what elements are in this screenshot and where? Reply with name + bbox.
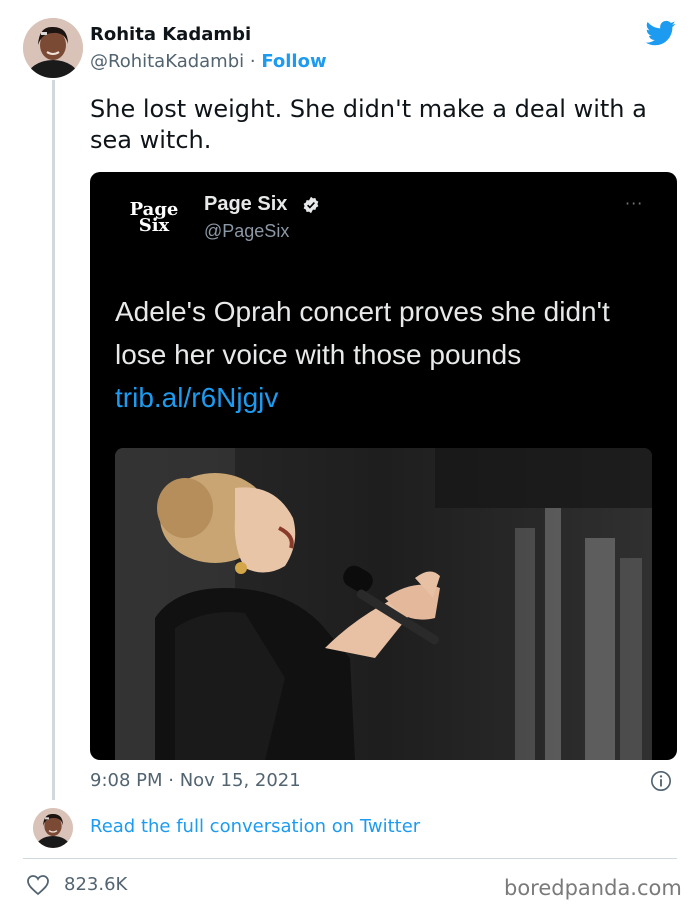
read-full-conversation-link[interactable]: Read the full conversation on Twitter <box>90 816 420 837</box>
info-icon[interactable] <box>650 770 672 792</box>
meta-separator: · <box>244 51 262 72</box>
quoted-author-handle: @PageSix <box>204 221 290 241</box>
more-options-icon[interactable]: ··· <box>625 194 643 213</box>
heart-icon[interactable] <box>26 874 50 896</box>
verified-badge-icon <box>303 196 319 214</box>
boredpanda-watermark: boredpanda.com <box>504 876 682 900</box>
like-count: 823.6K <box>64 874 128 895</box>
thread-connector-line <box>52 80 55 800</box>
tweet-timestamp[interactable]: 9:08 PM · Nov 15, 2021 <box>90 770 301 791</box>
author-name[interactable]: Rohita Kadambi <box>90 24 251 45</box>
tweet-text: She lost weight. She didn't make a deal … <box>90 95 647 154</box>
quoted-text-body: Adele's Oprah concert proves she didn't … <box>115 296 610 370</box>
footer-divider <box>23 858 677 859</box>
quoted-author-name: Page Six <box>204 193 288 215</box>
follow-button[interactable]: Follow <box>261 51 326 72</box>
page-six-logo: Page Six <box>126 201 182 236</box>
author-meta: @RohitaKadambi · Follow <box>90 51 327 72</box>
reply-avatar[interactable] <box>33 808 73 848</box>
concert-photo <box>115 448 652 760</box>
quoted-tweet-text: Adele's Oprah concert proves she didn't … <box>115 290 655 419</box>
logo-line-2: Six <box>138 215 170 236</box>
quoted-link[interactable]: trib.al/r6Njgjv <box>115 382 278 413</box>
author-avatar[interactable] <box>23 18 83 78</box>
author-handle[interactable]: @RohitaKadambi <box>90 51 244 72</box>
quoted-tweet-screenshot[interactable]: Page Six Page Six @PageSix ··· Adele's O… <box>90 172 677 760</box>
twitter-bird-icon[interactable] <box>644 18 678 48</box>
